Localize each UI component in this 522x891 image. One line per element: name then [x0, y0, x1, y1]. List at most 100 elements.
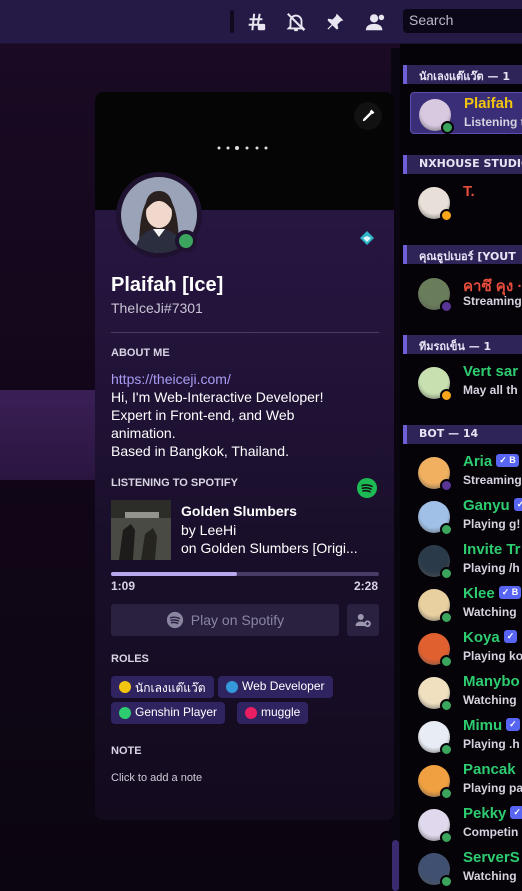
member-activity: Playing ko [463, 649, 522, 663]
member-activity: Listening t [464, 115, 522, 129]
member-name: Koya ✓ [463, 629, 518, 646]
song-progress-fill [111, 572, 237, 576]
channel-header: Search [0, 0, 522, 44]
nitro-boost-icon[interactable] [359, 230, 375, 246]
member-item[interactable]: Plaifah Listening t [410, 92, 522, 134]
member-status-icon [440, 389, 453, 402]
note-input[interactable]: Click to add a note [111, 772, 202, 784]
bot-badge: ✓ [506, 718, 520, 731]
member-item[interactable]: Aria ✓ B Streaming [410, 451, 522, 493]
member-activity: Playing .h [463, 737, 520, 751]
about-line: Hi, I'm Web-Interactive Developer! [111, 389, 324, 405]
album-art[interactable] [111, 500, 171, 560]
pin-icon[interactable] [323, 10, 347, 34]
spotify-icon [166, 611, 183, 629]
profile-display-name: Plaifah [Ice] [111, 274, 224, 296]
member-item[interactable]: Pancak Playing pa [410, 759, 522, 801]
about-me-heading: ABOUT ME [111, 347, 170, 359]
role-color-dot [245, 707, 257, 719]
member-category: คุณธูปเบอร์ [YOUT [403, 245, 522, 264]
song-album[interactable]: on Golden Slumbers [Origi... [181, 540, 379, 556]
about-line: Expert in Front-end, and Web [111, 407, 295, 423]
member-category: NXHOUSE STUDIO [403, 155, 522, 174]
member-activity: Streaming [463, 473, 522, 487]
member-item[interactable]: Pekky ✓ Competin [410, 803, 522, 845]
member-status-icon [440, 209, 453, 222]
roles-heading: ROLES [111, 653, 149, 665]
member-activity: May all th [463, 383, 518, 397]
online-status-icon [175, 230, 197, 252]
role-pill[interactable]: Web Developer [218, 676, 333, 698]
threads-icon[interactable] [244, 10, 268, 34]
profile-divider [111, 332, 379, 333]
spotify-icon[interactable] [357, 478, 377, 498]
message-highlight [0, 390, 110, 480]
role-pill[interactable]: muggle [237, 702, 309, 724]
member-item[interactable]: Ganyu ✓ Playing g! [410, 495, 522, 537]
member-status-icon [440, 611, 453, 624]
member-list-icon[interactable] [363, 10, 387, 34]
member-status-icon [440, 655, 453, 668]
member-name: Mimu ✓ [463, 717, 520, 734]
search-input[interactable]: Search [403, 9, 522, 33]
member-item[interactable]: Koya ✓ Playing ko [410, 627, 522, 669]
member-status-icon [440, 479, 453, 492]
member-status-icon [440, 831, 453, 844]
role-color-dot [119, 681, 131, 693]
member-item[interactable]: Manybo Watching [410, 671, 522, 713]
member-status-icon [441, 121, 454, 134]
member-item[interactable]: คาซึ คุง · Streaming [410, 272, 522, 314]
song-title[interactable]: Golden Slumbers [181, 503, 379, 519]
add-friend-button[interactable] [347, 604, 379, 636]
bot-badge: ✓ [510, 806, 522, 819]
about-line: animation. [111, 425, 176, 441]
role-label: Genshin Player [135, 705, 218, 719]
role-pill[interactable]: นักเลงแต๊แว๊ต [111, 676, 214, 698]
member-name: T. [463, 183, 475, 200]
member-item[interactable]: T. [410, 181, 522, 223]
time-total: 2:28 [354, 579, 379, 593]
note-heading: NOTE [111, 745, 142, 757]
member-name: Pekky ✓ [463, 805, 522, 822]
member-name: Klee ✓ B [463, 585, 522, 602]
member-name: ServerS [463, 849, 520, 866]
role-label: นักเลงแต๊แว๊ต [135, 681, 206, 695]
member-status-icon [440, 875, 453, 888]
member-name: Pancak [463, 761, 516, 778]
play-on-spotify-button[interactable]: Play on Spotify [111, 604, 339, 636]
member-category: นักเลงแต๊แว๊ต — 1 [403, 65, 522, 84]
member-name: Plaifah [464, 95, 514, 112]
song-artist[interactable]: by LeeHi [181, 522, 379, 538]
member-activity: Playing pa [463, 781, 522, 795]
member-status-icon [440, 787, 453, 800]
member-activity: Streaming [463, 294, 522, 308]
member-status-icon [440, 567, 453, 580]
about-link[interactable]: https://theiceji.com/ [111, 370, 379, 388]
member-item[interactable]: Vert sar May all th [410, 361, 522, 403]
member-name: Aria ✓ B [463, 453, 519, 470]
header-divider [230, 10, 234, 33]
bot-badge: ✓ B [498, 586, 522, 599]
member-item[interactable]: Klee ✓ B Watching [410, 583, 522, 625]
edit-profile-button[interactable] [354, 102, 382, 130]
member-status-icon [440, 300, 453, 313]
member-activity: Watching [463, 693, 517, 707]
role-label: muggle [261, 705, 301, 719]
member-name: Invite Tr [463, 541, 521, 558]
member-activity: Watching [463, 605, 517, 619]
role-pill[interactable]: Genshin Player [111, 702, 226, 724]
member-status-icon [440, 523, 453, 536]
role-color-dot [226, 681, 238, 693]
member-item[interactable]: Mimu ✓ Playing .h [410, 715, 522, 757]
member-activity: Competin [463, 825, 519, 839]
scrollbar-thumb[interactable] [392, 840, 399, 891]
bot-badge: ✓ B [496, 454, 519, 467]
bot-badge: ✓ [503, 630, 518, 643]
member-item[interactable]: Invite Tr Playing /h [410, 539, 522, 581]
pencil-icon [362, 109, 375, 122]
mute-bell-icon[interactable] [284, 10, 308, 34]
play-button-label: Play on Spotify [190, 612, 285, 628]
member-item[interactable]: ServerS Watching [410, 847, 522, 889]
member-category: ทีมรถเข็น — 1 [403, 335, 522, 354]
role-label: Web Developer [242, 679, 325, 693]
